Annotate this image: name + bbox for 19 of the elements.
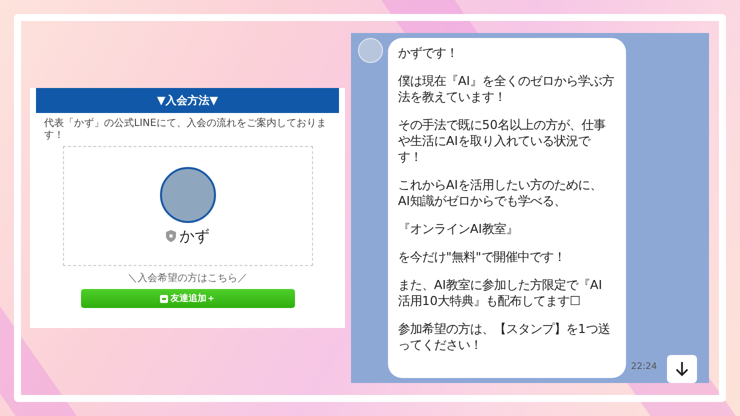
down-arrow-icon: [674, 361, 689, 377]
message-text: その手法で既に50名以上の方が、仕事 や生活にAIを取り入れている状況で す！: [398, 117, 607, 165]
message-time: 22:24: [631, 362, 657, 372]
caption: ＼入会希望の方はこちら／: [128, 272, 248, 285]
message-text: を今だけ"無料"で開催中です！: [398, 249, 566, 265]
message-text: また、AI教室に参加した方限定で『AI 活用10大特典』も配布してます☐: [398, 277, 604, 309]
chat-icon: [160, 294, 168, 302]
section-header: ▼入会方法▼: [36, 88, 339, 113]
scroll-down-button[interactable]: [666, 355, 697, 383]
message-text: かずです！: [398, 45, 459, 61]
message-text: これからAIを活用したい方のために、 AI知識がゼロからでも学べる、: [398, 177, 604, 209]
avatar: [358, 38, 383, 63]
profile-name: かず: [180, 226, 210, 246]
intro-text: 代表「かず」の公式LINEにて、入会の流れをご案内しております！: [43, 116, 328, 143]
message-text: 『オンラインAI教室』: [398, 221, 520, 237]
add-friend-button[interactable]: 友達追加＋: [80, 289, 294, 308]
message-text: 僕は現在『AI』を全くのゼロから学ぶ方 法を教えています！: [398, 73, 616, 105]
shield-icon: [166, 230, 176, 242]
message-text: 参加希望の方は、【スタンプ】を1つ送 ってください！: [398, 321, 611, 353]
